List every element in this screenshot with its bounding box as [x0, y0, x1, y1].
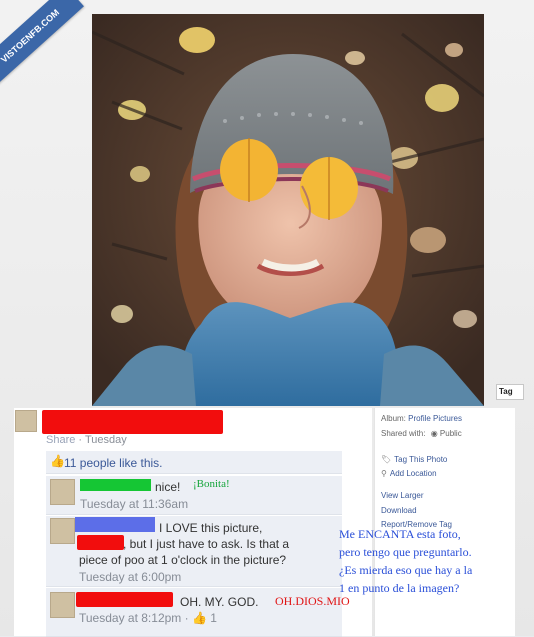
thumbs-up-icon: 👍 — [50, 454, 65, 468]
shared-row: Shared with: ◉ Public — [381, 429, 462, 438]
download-link[interactable]: Download — [381, 506, 417, 515]
comment-1-name-redaction — [80, 479, 151, 491]
globe-icon: ◉ — [430, 429, 438, 438]
comment-3-like-count[interactable]: 1 — [210, 611, 217, 625]
profile-photo[interactable] — [92, 14, 484, 406]
post-author-avatar[interactable] — [15, 410, 37, 432]
translation-line: ¿Es mierda eso que hay a la — [339, 563, 473, 577]
comment-2-avatar[interactable] — [50, 518, 75, 544]
tag-icon: 🏷 — [381, 455, 392, 464]
post-author-name-redaction — [42, 410, 223, 434]
comment-2-time: Tuesday at 6:00pm — [79, 570, 182, 584]
photo-tag-label[interactable]: Tag — [496, 384, 524, 400]
translation-line: 1 en punto de la imagen? — [339, 581, 460, 595]
comment-1-time: Tuesday at 11:36am — [80, 497, 189, 511]
share-link[interactable]: Share — [46, 434, 75, 446]
tag-photo-label: Tag This Photo — [394, 455, 448, 464]
post-date: Tuesday — [84, 434, 127, 446]
report-remove-link[interactable]: Report/Remove Tag — [381, 520, 452, 529]
comment-3-time-text: Tuesday at 8:12pm — [79, 611, 182, 625]
comment-2-line-1: I LOVE this picture, — [159, 521, 263, 535]
comment-2-name-redaction — [75, 517, 155, 532]
comment-3-like-icon: 👍 — [191, 611, 207, 625]
view-larger-link[interactable]: View Larger — [381, 491, 424, 500]
likes-row: 👍 11 people like this. — [46, 451, 342, 474]
comment-3-text: OH. MY. GOD. — [180, 595, 259, 609]
shared-label: Shared with: — [381, 429, 426, 438]
album-value[interactable]: Profile Pictures — [408, 414, 462, 423]
add-location-label: Add Location — [389, 469, 437, 478]
comment-3-time: Tuesday at 8:12pm · 👍 1 — [79, 611, 217, 625]
comment-3-avatar[interactable] — [50, 592, 75, 618]
comment-2-line-3: piece of poo at 1 o'clock in the picture… — [79, 553, 287, 567]
comment-3-like-separator: · — [184, 611, 192, 625]
shared-value: Public — [439, 429, 462, 438]
comment-1-avatar[interactable] — [50, 479, 75, 505]
comment-3-name-redaction — [76, 592, 173, 607]
post-meta: Share · Tuesday — [46, 434, 127, 446]
translation-line: pero tengo que preguntarlo. — [339, 545, 472, 559]
comment-1-text: nice! — [155, 480, 181, 494]
comment-1-annotation: ¡Bonita! — [193, 478, 230, 490]
location-icon: ⚲ — [381, 469, 387, 478]
likes-count[interactable]: 11 people like this. — [64, 455, 163, 471]
tag-photo-link[interactable]: 🏷 Tag This Photo — [381, 455, 447, 464]
album-row: Album: Profile Pictures — [381, 414, 462, 423]
comment-2-inline-redaction — [77, 535, 124, 550]
spanish-translation-note: Me ENCANTA esta foto, pero tengo que pre… — [339, 525, 524, 597]
photo-illustration — [92, 14, 484, 406]
album-label: Album: — [381, 414, 406, 423]
comment-2-line-2: , but I just have to ask. Is that a — [123, 537, 290, 551]
add-location-link[interactable]: ⚲ Add Location — [381, 469, 437, 478]
